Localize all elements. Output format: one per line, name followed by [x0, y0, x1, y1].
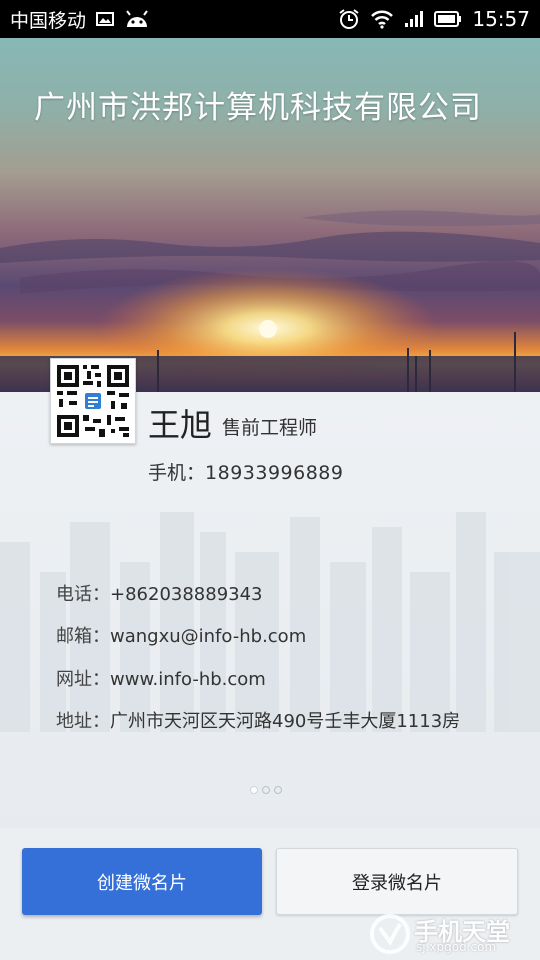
- clock: 15:57: [472, 7, 530, 31]
- qr-code[interactable]: [50, 358, 136, 444]
- address-label: 地址：: [56, 711, 110, 732]
- email-row: 邮箱：wangxu@info-hb.com: [56, 622, 306, 648]
- hero-banner: 广州市洪邦计算机科技有限公司: [0, 38, 540, 392]
- phone-value[interactable]: +862038889343: [110, 584, 263, 605]
- skyline-background: [0, 512, 540, 732]
- website-row: 网址：www.info-hb.com: [56, 665, 266, 691]
- email-value[interactable]: wangxu@info-hb.com: [110, 626, 306, 647]
- website-label: 网址：: [56, 669, 110, 690]
- watermark-url: sj.xpgod.com: [416, 940, 497, 954]
- mobile-row: 手机：18933996889: [148, 458, 344, 485]
- status-bar: 中国移动 15:57: [0, 0, 540, 38]
- login-card-button[interactable]: 登录微名片: [276, 848, 518, 915]
- phone-row: 电话：+862038889343: [56, 580, 263, 606]
- qr-code-icon: [51, 359, 135, 443]
- watermark: 手机天堂 sj.xpgod.com: [366, 908, 540, 960]
- battery-icon: [434, 10, 462, 28]
- page-dot[interactable]: [262, 786, 270, 794]
- phone-label: 电话：: [56, 584, 110, 605]
- alarm-icon: [338, 8, 360, 30]
- address-value: 广州市天河区天河路490号壬丰大厦1113房: [110, 711, 461, 732]
- contact-name: 王旭: [148, 406, 213, 444]
- android-icon: [124, 9, 150, 29]
- page-dot[interactable]: [274, 786, 282, 794]
- page-indicator: [250, 786, 282, 794]
- job-title: 售前工程师: [222, 417, 318, 439]
- signal-icon: [404, 10, 424, 28]
- page-dot[interactable]: [250, 786, 258, 794]
- company-name: 广州市洪邦计算机科技有限公司: [34, 90, 482, 126]
- gallery-icon: [96, 11, 115, 27]
- website-value[interactable]: www.info-hb.com: [110, 669, 266, 690]
- address-row: 地址：广州市天河区天河路490号壬丰大厦1113房: [56, 707, 460, 733]
- email-label: 邮箱：: [56, 626, 110, 647]
- mobile-label: 手机：: [148, 462, 206, 484]
- watermark-logo-icon: [370, 914, 410, 954]
- wifi-icon: [370, 9, 394, 29]
- mobile-value[interactable]: 18933996889: [205, 462, 343, 484]
- carrier-label: 中国移动: [10, 9, 87, 32]
- create-card-button[interactable]: 创建微名片: [22, 848, 262, 915]
